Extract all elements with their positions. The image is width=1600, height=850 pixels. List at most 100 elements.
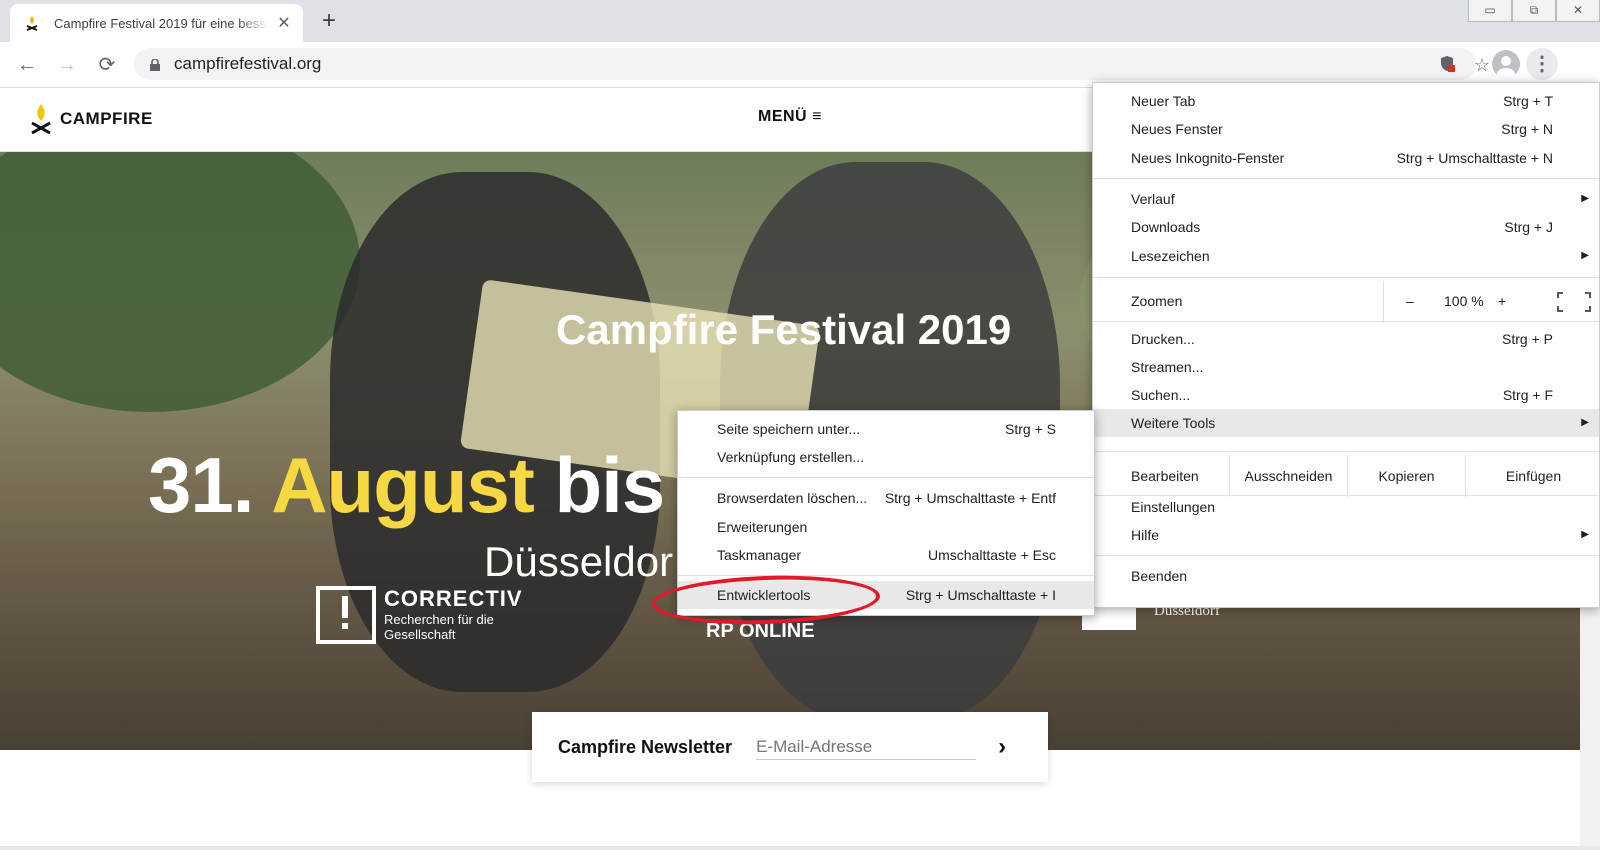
- window-controls: ▭ ⧉ ✕: [1468, 0, 1600, 22]
- menu-item-shortcut: Umschalttaste + Esc: [928, 547, 1056, 563]
- festival-date: 31. August bis: [148, 440, 665, 531]
- zoom-out-button[interactable]: –: [1406, 293, 1414, 309]
- submenu-item-task-manager[interactable]: Taskmanager Umschalttaste + Esc: [678, 541, 1094, 569]
- campfire-logo[interactable]: CAMPFIRE: [30, 104, 153, 134]
- edit-row: Bearbeiten Ausschneiden Kopieren Einfüge…: [1093, 455, 1599, 497]
- partner-correctiv[interactable]: CORRECTIV Recherchen für die Gesellschaf…: [316, 586, 523, 644]
- trees-shape: [0, 152, 360, 412]
- menu-item-label: Drucken...: [1131, 331, 1195, 347]
- menu-separator: [1093, 451, 1599, 452]
- menu-item-shortcut: Strg + Umschalttaste + N: [1396, 150, 1553, 166]
- site-menu-button[interactable]: MENÜ ≡: [758, 108, 822, 126]
- menu-item-label: Verlauf: [1131, 191, 1175, 207]
- date-day: 31.: [148, 441, 272, 529]
- menu-item-label: Neues Fenster: [1131, 121, 1223, 137]
- menu-separator: [678, 575, 1094, 576]
- menu-item-label: Verknüpfung erstellen...: [717, 449, 865, 465]
- menu-item-label: Weitere Tools: [1131, 415, 1216, 431]
- menu-item-incognito[interactable]: Neues Inkognito-Fenster Strg + Umschaltta…: [1093, 144, 1599, 172]
- menu-item-shortcut: Strg + P: [1502, 331, 1553, 347]
- menu-item-label: Erweiterungen: [717, 519, 808, 535]
- newsletter-bar: Campfire Newsletter ›: [532, 712, 1048, 782]
- campfire-favicon-icon: [24, 15, 40, 31]
- menu-item-shortcut: Strg + S: [1005, 421, 1056, 437]
- back-arrow-icon[interactable]: ←: [14, 52, 40, 78]
- menu-separator: [1093, 321, 1599, 322]
- fullscreen-icon[interactable]: [1546, 285, 1600, 319]
- tab-strip: Campfire Festival 2019 für eine bessere …: [0, 0, 1600, 42]
- menu-item-new-tab[interactable]: Neuer Tab Strg + T: [1093, 87, 1599, 115]
- menu-item-more-tools[interactable]: Weitere Tools ▶: [1093, 409, 1599, 437]
- menu-item-label: Lesezeichen: [1131, 248, 1210, 264]
- hero-title: Campfire Festival 2019: [556, 306, 1012, 353]
- tab-close-icon[interactable]: ✕: [275, 13, 293, 33]
- menu-item-settings[interactable]: Einstellungen: [1093, 493, 1599, 521]
- zoom-in-button[interactable]: +: [1498, 293, 1506, 309]
- cut-button[interactable]: Ausschneiden: [1229, 455, 1347, 497]
- logo-text: CAMPFIRE: [60, 109, 153, 128]
- menu-item-label: Einstellungen: [1131, 499, 1216, 515]
- menu-item-label: Streamen...: [1131, 359, 1204, 375]
- menu-item-label: Downloads: [1131, 219, 1201, 235]
- newsletter-email-input[interactable]: [756, 734, 977, 760]
- menu-item-label: Hilfe: [1131, 527, 1160, 543]
- edit-label: Bearbeiten: [1131, 468, 1199, 484]
- menu-item-print[interactable]: Drucken... Strg + P: [1093, 325, 1599, 353]
- zoom-controls: – 100 % +: [1383, 281, 1600, 323]
- paste-button[interactable]: Einfügen: [1465, 455, 1600, 497]
- lock-icon: [150, 58, 160, 71]
- menu-item-label: Neuer Tab: [1131, 93, 1196, 109]
- submenu-arrow-icon: ▶: [1581, 193, 1589, 204]
- submenu-arrow-icon: ▶: [1581, 529, 1589, 540]
- menu-item-label: Suchen...: [1131, 387, 1191, 403]
- menu-item-shortcut: Strg + F: [1502, 387, 1553, 403]
- menu-separator: [1093, 277, 1599, 278]
- submenu-item-save-page[interactable]: Seite speichern unter... Strg + S: [678, 415, 1094, 443]
- bottom-border: [0, 846, 1600, 850]
- menu-label: MENÜ: [758, 108, 808, 125]
- address-bar[interactable]: campfirefestival.org: [134, 48, 1476, 80]
- new-tab-button[interactable]: +: [322, 8, 336, 34]
- menu-item-label: Browserdaten löschen...: [717, 490, 868, 506]
- menu-item-cast[interactable]: Streamen...: [1093, 353, 1599, 381]
- zoom-label: Zoomen: [1131, 293, 1183, 309]
- menu-item-help[interactable]: Hilfe ▶: [1093, 521, 1599, 549]
- menu-separator: [1093, 555, 1599, 556]
- minimize-button[interactable]: ▭: [1468, 0, 1512, 22]
- submenu-arrow-icon: ▶: [1581, 417, 1589, 428]
- menu-item-bookmarks[interactable]: Lesezeichen ▶: [1093, 242, 1599, 270]
- menu-item-find[interactable]: Suchen... Strg + F: [1093, 381, 1599, 409]
- profile-avatar-icon[interactable]: [1492, 50, 1520, 78]
- menu-item-shortcut: Strg + Umschalttaste + Entf: [884, 490, 1056, 506]
- menu-item-downloads[interactable]: Downloads Strg + J: [1093, 213, 1599, 241]
- window-close-button[interactable]: ✕: [1556, 0, 1600, 22]
- campfire-logo-icon: [31, 104, 51, 134]
- submenu-item-create-shortcut[interactable]: Verknüpfung erstellen...: [678, 443, 1094, 471]
- menu-item-history[interactable]: Verlauf ▶: [1093, 185, 1599, 213]
- menu-item-label: Neues Inkognito-Fenster: [1131, 150, 1285, 166]
- browser-tab[interactable]: Campfire Festival 2019 für eine bessere …: [10, 4, 303, 42]
- shield-blocked-icon[interactable]: [1438, 55, 1456, 78]
- menu-item-shortcut: Strg + J: [1504, 219, 1553, 235]
- date-month: August: [271, 441, 535, 529]
- menu-separator: [1093, 178, 1599, 179]
- newsletter-submit-chevron-icon[interactable]: ›: [998, 733, 1006, 761]
- bookmark-star-icon[interactable]: ☆: [1474, 55, 1490, 76]
- menu-item-new-window[interactable]: Neues Fenster Strg + N: [1093, 115, 1599, 143]
- correctiv-logo-icon: [316, 586, 376, 644]
- chrome-menu: Neuer Tab Strg + T Neues Fenster Strg + N …: [1092, 82, 1600, 608]
- partner1-name: CORRECTIV: [384, 586, 523, 611]
- url-text: campfirefestival.org: [174, 54, 322, 73]
- menu-item-shortcut: Strg + N: [1501, 121, 1553, 137]
- copy-button[interactable]: Kopieren: [1347, 455, 1465, 497]
- restore-button[interactable]: ⧉: [1512, 0, 1556, 22]
- submenu-item-extensions[interactable]: Erweiterungen: [678, 513, 1094, 541]
- menu-item-label: Beenden: [1131, 568, 1188, 584]
- partner1-sub2: Gesellschaft: [384, 627, 456, 642]
- tab-title: Campfire Festival 2019 für eine bessere: [54, 15, 269, 31]
- forward-arrow-icon[interactable]: →: [54, 52, 80, 78]
- menu-item-exit[interactable]: Beenden: [1093, 562, 1599, 590]
- chrome-menu-kebab-icon[interactable]: ⋮: [1526, 48, 1558, 80]
- reload-icon[interactable]: ⟳: [94, 52, 120, 78]
- submenu-item-clear-data[interactable]: Browserdaten löschen... Strg + Umschaltta…: [678, 484, 1094, 512]
